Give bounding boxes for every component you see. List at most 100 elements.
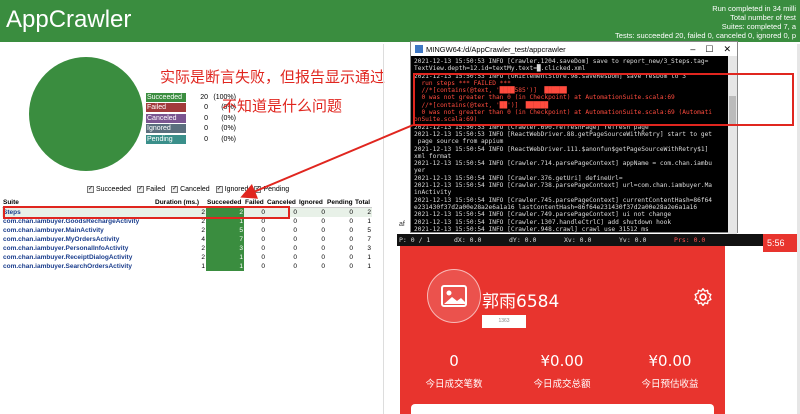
filter-failed[interactable]: ✓ Failed [137, 186, 165, 193]
col-total: Total [354, 198, 372, 208]
duration-cell: 1 [201, 262, 205, 270]
table-row[interactable]: com.chan.iambuyer.PersonalInfoActivity 2 3… [2, 243, 372, 253]
filter-ignored[interactable]: ✓ Ignored [215, 186, 248, 193]
stat-value-total: ¥0.00 [540, 352, 584, 370]
total-cell: 2 [354, 207, 372, 217]
terminal-line: 2021-12-13 15:50:54 INFO [Crawler.745.pa… [414, 196, 713, 204]
status-time: 5:56 [763, 234, 800, 252]
terminal-line: 2021-12-13 15:50:54 INFO [Crawler.749.pa… [414, 211, 672, 219]
filter-succeeded[interactable]: ✓ Succeeded [87, 186, 131, 193]
succeeded-cell: 3 [206, 243, 244, 253]
stat-label-income: 今日预估收益 [641, 379, 699, 390]
failed-cell: 0 [261, 262, 265, 270]
succeeded-cell: 1 [206, 261, 244, 271]
summary-line: Run completed in 34 milli [712, 4, 796, 13]
checkbox-icon[interactable]: ✓ [254, 186, 262, 193]
col-pending: Pending [326, 198, 354, 208]
canceled-cell: 0 [293, 253, 297, 261]
terminal-line: 2021-12-13 15:50:54 INFO [Crawler.948.cr… [414, 225, 649, 233]
legend-count: 0 [204, 104, 208, 112]
status-filters: ✓ Succeeded ✓ Failed ✓ Canceled ✓ Ignored ✓ P… [87, 186, 289, 193]
legend-count: 0 [204, 114, 208, 122]
failure-highlight [413, 73, 794, 126]
pending-cell: 0 [326, 207, 354, 217]
ignored-cell: 0 [321, 226, 325, 234]
succeeded-cell: 5 [206, 225, 244, 235]
filter-label: Canceled [180, 186, 210, 193]
table-row[interactable]: com.chan.iambuyer.MyOrdersActivity 4 7 0 0 0 0… [2, 234, 372, 244]
pointer-yv: Yv: 0.0 [619, 236, 647, 244]
checkbox-icon[interactable]: ✓ [87, 186, 94, 193]
pending-cell: 0 [349, 226, 353, 234]
suite-name-link[interactable]: com.chan.iambuyer.MyOrdersActivity [2, 235, 154, 244]
suite-name-link[interactable]: com.chan.iambuyer.SearchOrdersActivity [2, 262, 154, 271]
window-controls: – ☐ ✕ [690, 44, 737, 55]
table-row[interactable]: com.chan.iambuyer.MainActivity 2 5 0 0 0 0 5 [2, 225, 372, 235]
pointer-dx: dX: 0.0 [454, 236, 482, 244]
filter-canceled[interactable]: ✓ Canceled [171, 186, 210, 193]
steps-row-highlight [3, 206, 290, 219]
succeeded-cell: 1 [206, 252, 244, 262]
total-cell: 1 [367, 262, 371, 270]
terminal-line: 2021-12-13 15:50:53 INFO [ReactWebDriver… [414, 130, 713, 138]
panel-divider [383, 44, 384, 414]
filter-label: Pending [263, 186, 290, 193]
terminal-line: 2021-12-13 15:50:54 INFO [Crawler.1307.h… [414, 218, 672, 226]
pending-cell: 0 [349, 262, 353, 270]
user-tag: 1363 [482, 315, 526, 328]
failed-cell: 0 [261, 253, 265, 261]
user-avatar[interactable] [427, 269, 481, 323]
pointer-location-bar: P: 0 / 1 dX: 0.0 dY: 0.0 Xv: 0.0 Yv: 0.0… [397, 234, 784, 246]
pending-cell: 0 [349, 235, 353, 243]
filter-label: Failed [146, 186, 166, 193]
username: 郭雨6584 [482, 292, 560, 312]
terminal-line: yer [414, 167, 426, 175]
canceled-cell: 0 [293, 226, 297, 234]
suite-name-link[interactable]: com.chan.iambuyer.MainActivity [2, 226, 154, 235]
filter-label: Succeeded [96, 186, 132, 193]
total-cell: 3 [367, 244, 371, 252]
terminal-line: e231430f37d2a00e28a2e6a1a16 lastContentH… [414, 203, 698, 211]
checkbox-icon[interactable]: ✓ [171, 186, 179, 193]
terminal-line: page source from appium [414, 138, 504, 146]
total-cell: 7 [367, 235, 371, 243]
ignored-cell: 0 [321, 217, 325, 225]
total-cell: 5 [367, 226, 371, 234]
gear-icon[interactable] [693, 287, 713, 307]
duration-cell: 2 [201, 253, 205, 261]
maximize-icon[interactable]: ☐ [705, 44, 713, 55]
filter-pending[interactable]: ✓ Pending [254, 186, 289, 193]
legend-pct: (0%) [221, 125, 236, 133]
canceled-cell: 0 [293, 244, 297, 252]
pointer-xv: Xv: 0.0 [564, 236, 592, 244]
ignored-cell: 0 [321, 244, 325, 252]
total-cell: 1 [367, 253, 371, 261]
legend-count: 0 [204, 135, 208, 143]
terminal-window[interactable]: MINGW64:/d/AppCrawler_test/appcrawler – … [410, 41, 738, 234]
terminal-line: 2021-12-13 15:50:54 INFO [Crawler.738.pa… [414, 182, 713, 190]
minimize-icon[interactable]: – [690, 44, 695, 55]
checkbox-icon[interactable]: ✓ [137, 186, 145, 193]
terminal-titlebar[interactable]: MINGW64:/d/AppCrawler_test/appcrawler – … [411, 42, 737, 56]
terminal-title: MINGW64:/d/AppCrawler_test/appcrawler [426, 44, 566, 54]
table-row[interactable]: com.chan.iambuyer.ReceiptDialogActivity 2… [2, 252, 372, 262]
ignored-cell: 0 [321, 262, 325, 270]
legend-label: Canceled [146, 113, 186, 123]
stat-label-total: 今日成交总额 [533, 379, 591, 390]
canceled-cell: 0 [293, 262, 297, 270]
suite-name-link[interactable]: com.chan.iambuyer.ReceiptDialogActivity [2, 253, 154, 262]
failed-cell: 0 [261, 235, 265, 243]
failed-cell: 0 [261, 244, 265, 252]
table-row[interactable]: com.chan.iambuyer.SearchOrdersActivity 1 1… [2, 261, 372, 271]
summary-line: Suites: completed 7, a [721, 22, 796, 31]
legend-label: Failed [146, 103, 186, 113]
suite-name-link[interactable]: com.chan.iambuyer.PersonalInfoActivity [2, 244, 154, 253]
canceled-cell: 0 [293, 235, 297, 243]
legend-pending: Pending 0 (0%) [146, 134, 236, 144]
succeeded-cell: 7 [206, 234, 244, 244]
close-icon[interactable]: ✕ [723, 44, 731, 55]
checkbox-icon[interactable]: ✓ [215, 186, 223, 193]
duration-cell: 4 [201, 235, 205, 243]
stat-value-income: ¥0.00 [648, 352, 692, 370]
terminal-line: 2021-12-13 15:50:54 INFO [Crawler.714.pa… [414, 160, 713, 168]
